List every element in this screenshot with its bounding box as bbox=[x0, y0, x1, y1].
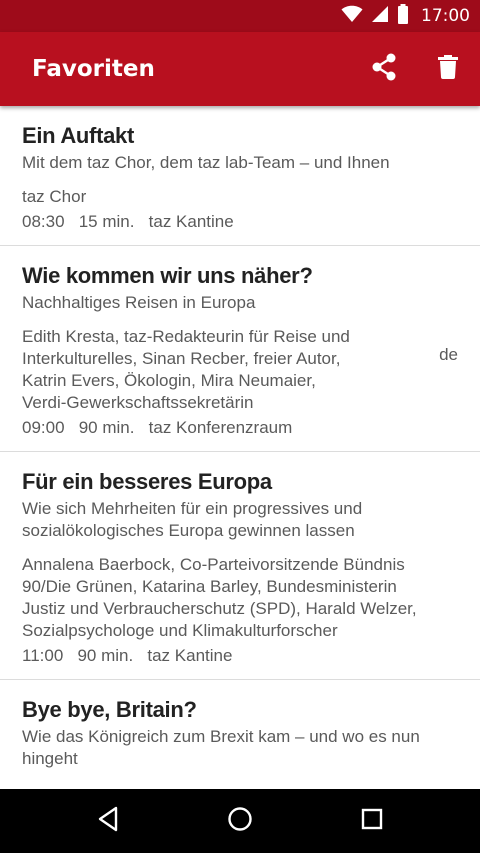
status-icons: 17:00 bbox=[341, 0, 470, 32]
list-item[interactable]: Bye bye, Britain? Wie das Königreich zum… bbox=[0, 680, 480, 782]
event-time: 11:00 bbox=[22, 646, 64, 665]
recents-icon bbox=[361, 808, 383, 835]
status-bar: 17:00 bbox=[0, 0, 480, 32]
event-title: Für ein besseres Europa bbox=[22, 469, 272, 494]
back-button[interactable] bbox=[88, 801, 128, 841]
event-time: 09:00 bbox=[22, 418, 65, 437]
list-item[interactable]: Ein Auftakt Mit dem taz Chor, dem taz la… bbox=[0, 106, 480, 246]
event-meta: 09:00 90 min. taz Konferenzraum bbox=[22, 417, 458, 439]
app-bar: Favoriten bbox=[0, 32, 480, 106]
event-subtitle: Wie das Königreich zum Brexit kam – und … bbox=[22, 727, 420, 768]
event-meta: 11:00 90 min. taz Kantine bbox=[22, 645, 458, 667]
recents-button[interactable] bbox=[352, 801, 392, 841]
event-location: taz Konferenzraum bbox=[148, 418, 293, 437]
event-people: taz Chor bbox=[22, 187, 87, 206]
event-meta: 08:30 15 min. taz Kantine bbox=[22, 211, 458, 233]
delete-icon bbox=[438, 54, 458, 84]
home-icon bbox=[227, 806, 253, 837]
event-duration: 90 min. bbox=[78, 418, 135, 437]
cell-signal-icon bbox=[371, 5, 389, 28]
event-location: taz Kantine bbox=[147, 646, 233, 665]
event-time: 08:30 bbox=[22, 212, 65, 231]
event-people: Annalena Baerbock, Co-Parteivorsitzende … bbox=[22, 555, 417, 640]
language-tag: de bbox=[439, 345, 458, 364]
page-title: Favoriten bbox=[32, 56, 155, 82]
share-button[interactable] bbox=[364, 49, 404, 89]
event-subtitle: Wie sich Mehrheiten für ein progressives… bbox=[22, 499, 363, 540]
back-icon bbox=[96, 806, 120, 837]
list-item[interactable]: Wie kommen wir uns näher? Nachhaltiges R… bbox=[0, 246, 480, 452]
battery-icon bbox=[397, 3, 409, 29]
favorites-list[interactable]: Ein Auftakt Mit dem taz Chor, dem taz la… bbox=[0, 106, 480, 789]
list-item[interactable]: Für ein besseres Europa Wie sich Mehrhei… bbox=[0, 452, 480, 680]
event-subtitle: Mit dem taz Chor, dem taz lab-Team – und… bbox=[22, 153, 390, 172]
home-button[interactable] bbox=[220, 801, 260, 841]
event-duration: 90 min. bbox=[77, 646, 134, 665]
event-subtitle: Nachhaltiges Reisen in Europa bbox=[22, 293, 256, 312]
share-icon bbox=[371, 53, 397, 86]
navigation-bar bbox=[0, 789, 480, 853]
status-time: 17:00 bbox=[421, 6, 470, 26]
event-duration: 15 min. bbox=[78, 212, 135, 231]
delete-button[interactable] bbox=[428, 49, 468, 89]
event-people: Edith Kresta, taz-Redakteurin für Reise … bbox=[22, 327, 350, 412]
event-title: Bye bye, Britain? bbox=[22, 697, 197, 722]
event-location: taz Kantine bbox=[148, 212, 234, 231]
wifi-icon bbox=[341, 5, 363, 28]
event-title: Ein Auftakt bbox=[22, 123, 134, 148]
event-title: Wie kommen wir uns näher? bbox=[22, 263, 313, 288]
